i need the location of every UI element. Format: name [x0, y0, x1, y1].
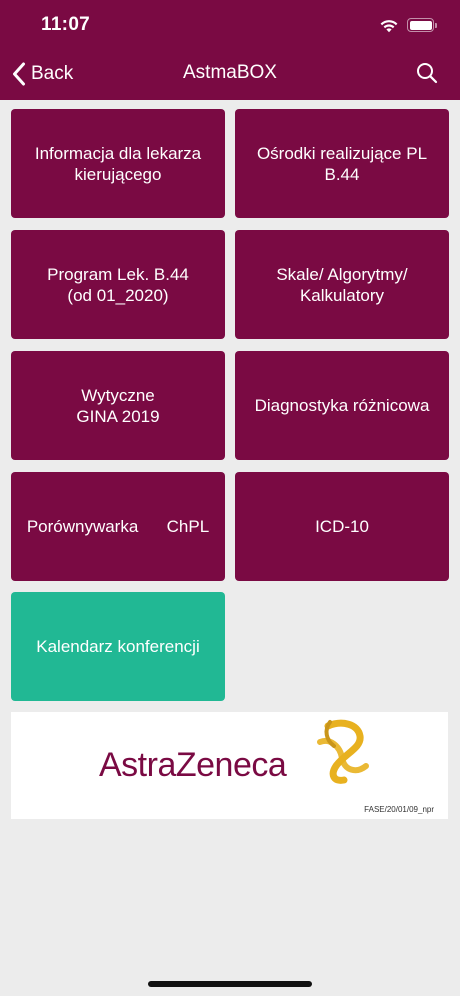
wifi-icon	[379, 18, 399, 33]
search-icon[interactable]	[416, 62, 438, 84]
tile-icd-10[interactable]: ICD-10	[235, 472, 449, 581]
header: 11:07 Back AstmaBOX	[0, 0, 460, 100]
banner-code: FASE/20/01/09_npr	[364, 805, 434, 814]
tile-porownywarka-chpl[interactable]: Porównywarka ChPL	[11, 472, 225, 581]
app-screen: 11:07 Back AstmaBOX Informacja dla lekar…	[0, 0, 460, 996]
tile-program-lek-b44[interactable]: Program Lek. B.44 (od 01_2020)	[11, 230, 225, 339]
astrazeneca-banner[interactable]: AstraZeneca FASE/20/01/09_npr	[11, 712, 448, 819]
astrazeneca-emblem-icon	[300, 716, 374, 788]
tile-wytyczne-gina[interactable]: Wytyczne GINA 2019	[11, 351, 225, 460]
page-title: AstmaBOX	[183, 62, 277, 83]
tile-osrodki-realizujace[interactable]: Ośrodki realizujące PL B.44	[235, 109, 449, 218]
tile-kalendarz-konferencji[interactable]: Kalendarz konferencji	[11, 592, 225, 701]
tile-informacja-dla-lekarza[interactable]: Informacja dla lekarza kierującego	[11, 109, 225, 218]
tile-skale-algorytmy[interactable]: Skale/ Algorytmy/ Kalkulatory	[235, 230, 449, 339]
home-indicator[interactable]	[148, 981, 312, 987]
battery-icon	[407, 18, 437, 32]
status-icons	[379, 14, 437, 36]
tile-diagnostyka-roznicowa[interactable]: Diagnostyka różnicowa	[235, 351, 449, 460]
status-time: 11:07	[41, 14, 91, 35]
astrazeneca-logo-text: AstraZeneca	[99, 746, 287, 784]
